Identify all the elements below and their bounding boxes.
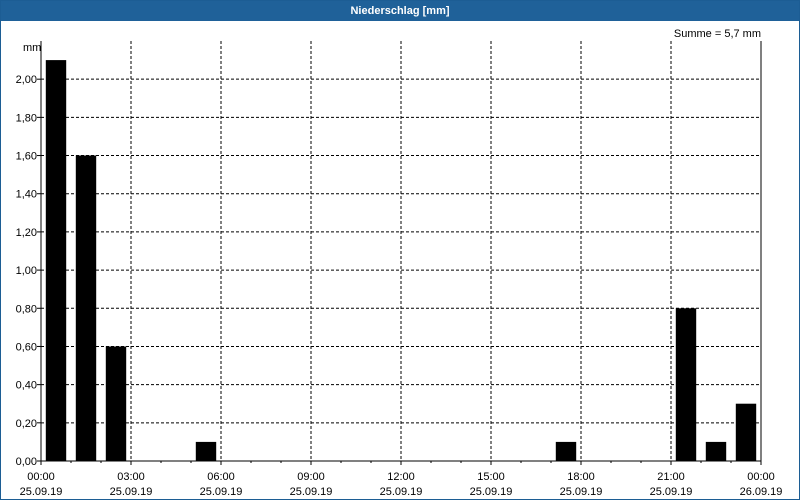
y-tick-label: 1,80 [16, 112, 37, 124]
x-tick-date: 25.09.19 [470, 486, 513, 498]
x-tick-date: 25.09.19 [290, 486, 333, 498]
x-tick-time: 12:00 [387, 471, 415, 483]
x-tick-time: 03:00 [117, 471, 145, 483]
y-tick-label: 1,40 [16, 189, 37, 201]
grid-lines [41, 41, 761, 461]
chart-window: Niederschlag [mm] mm Summe = 5,7 mm 0,00… [0, 0, 800, 500]
x-tick-time: 18:00 [567, 471, 595, 483]
x-tick-time: 09:00 [297, 471, 325, 483]
y-axis-unit: mm [23, 42, 41, 54]
x-ticks-group: 00:00 25.09.19 03:00 25.09.19 06:00 25.09.19 0… [20, 461, 783, 498]
precip-bar [195, 441, 217, 461]
precipitation-chart: mm Summe = 5,7 mm 0,00 0,20 0,40 0,60 0,80 1,… [16, 28, 783, 498]
precip-bar [675, 308, 697, 461]
precip-bar [105, 346, 127, 461]
x-tick-date: 25.09.19 [650, 486, 693, 498]
precip-bar [705, 441, 727, 461]
y-tick-label: 0,60 [16, 341, 37, 353]
precip-bar [75, 155, 97, 461]
y-tick-label: 0,80 [16, 303, 37, 315]
x-tick-date: 25.09.19 [110, 486, 153, 498]
x-tick-date: 25.09.19 [200, 486, 243, 498]
y-tick-label: 0,00 [16, 456, 37, 468]
x-tick-time: 00:00 [747, 471, 775, 483]
y-tick-label: 2,00 [16, 74, 37, 86]
x-tick-date: 25.09.19 [560, 486, 603, 498]
x-tick-date: 25.09.19 [20, 486, 63, 498]
y-tick-label: 1,20 [16, 227, 37, 239]
x-tick-date: 26.09.19 [740, 486, 783, 498]
x-tick-date: 25.09.19 [380, 486, 423, 498]
precip-bar [45, 60, 67, 461]
x-tick-time: 06:00 [207, 471, 235, 483]
y-tick-label: 0,40 [16, 380, 37, 392]
x-tick-time: 21:00 [657, 471, 685, 483]
y-ticks-group: 0,00 0,20 0,40 0,60 0,80 1,00 1,20 1,40 1,60 1,80… [16, 74, 41, 468]
precip-bar [735, 403, 757, 461]
y-tick-label: 0,20 [16, 418, 37, 430]
precip-bar [555, 441, 577, 461]
y-tick-label: 1,60 [16, 151, 37, 163]
x-tick-time: 00:00 [27, 471, 55, 483]
x-tick-time: 15:00 [477, 471, 505, 483]
y-tick-label: 1,00 [16, 265, 37, 277]
bars-group [45, 60, 757, 461]
sum-label: Summe = 5,7 mm [674, 28, 761, 40]
